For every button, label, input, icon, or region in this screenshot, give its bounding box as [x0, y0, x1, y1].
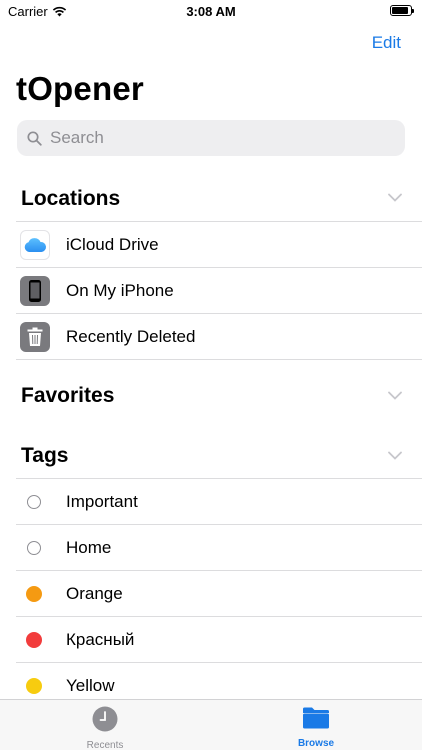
chevron-down-icon[interactable]: [388, 451, 402, 460]
tag-circle-icon: [26, 586, 42, 602]
tag-item-label: Home: [66, 538, 111, 558]
edit-button[interactable]: Edit: [372, 33, 401, 53]
tag-item-label: Important: [66, 492, 138, 512]
section-header-favorites[interactable]: Favorites: [21, 384, 114, 408]
status-time: 3:08 AM: [0, 4, 422, 19]
tag-item-home[interactable]: Home: [16, 525, 422, 571]
location-item-label: On My iPhone: [66, 281, 174, 301]
tag-circle-icon: [27, 541, 41, 555]
section-header-tags[interactable]: Tags: [21, 444, 68, 468]
section-header-locations[interactable]: Locations: [21, 187, 120, 211]
location-item-on-my-iphone[interactable]: On My iPhone: [16, 268, 422, 314]
tag-circle-icon: [26, 678, 42, 694]
tag-circle-icon: [26, 632, 42, 648]
clock-icon: [92, 706, 118, 732]
chevron-down-icon[interactable]: [388, 193, 402, 202]
status-bar: Carrier 3:08 AM: [0, 0, 422, 22]
tab-label: Browse: [256, 738, 376, 749]
folder-icon: [302, 706, 330, 730]
divider: [16, 359, 422, 360]
icloud-icon: [20, 230, 50, 260]
tag-item-label: Красный: [66, 630, 134, 650]
location-item-recently-deleted[interactable]: Recently Deleted: [16, 314, 422, 360]
tag-item-krasny[interactable]: Красный: [16, 617, 422, 663]
tag-item-label: Orange: [66, 584, 123, 604]
page-title: tOpener: [16, 70, 144, 108]
search-input[interactable]: [48, 127, 382, 149]
tab-label: Recents: [45, 740, 165, 751]
tag-item-label: Yellow: [66, 676, 115, 696]
trash-icon: [20, 322, 50, 352]
search-icon: [27, 131, 42, 146]
battery-icon: [390, 5, 412, 16]
tab-browse[interactable]: Browse: [256, 706, 376, 749]
location-item-label: iCloud Drive: [66, 235, 159, 255]
location-item-label: Recently Deleted: [66, 327, 195, 347]
location-item-icloud-drive[interactable]: iCloud Drive: [16, 222, 422, 268]
tab-recents[interactable]: Recents: [45, 706, 165, 751]
tag-item-orange[interactable]: Orange: [16, 571, 422, 617]
tag-item-important[interactable]: Important: [16, 479, 422, 525]
search-bar[interactable]: [17, 120, 405, 156]
chevron-down-icon[interactable]: [388, 391, 402, 400]
tag-circle-icon: [27, 495, 41, 509]
tab-bar: Recents Browse: [0, 699, 422, 750]
iphone-icon: [20, 276, 50, 306]
